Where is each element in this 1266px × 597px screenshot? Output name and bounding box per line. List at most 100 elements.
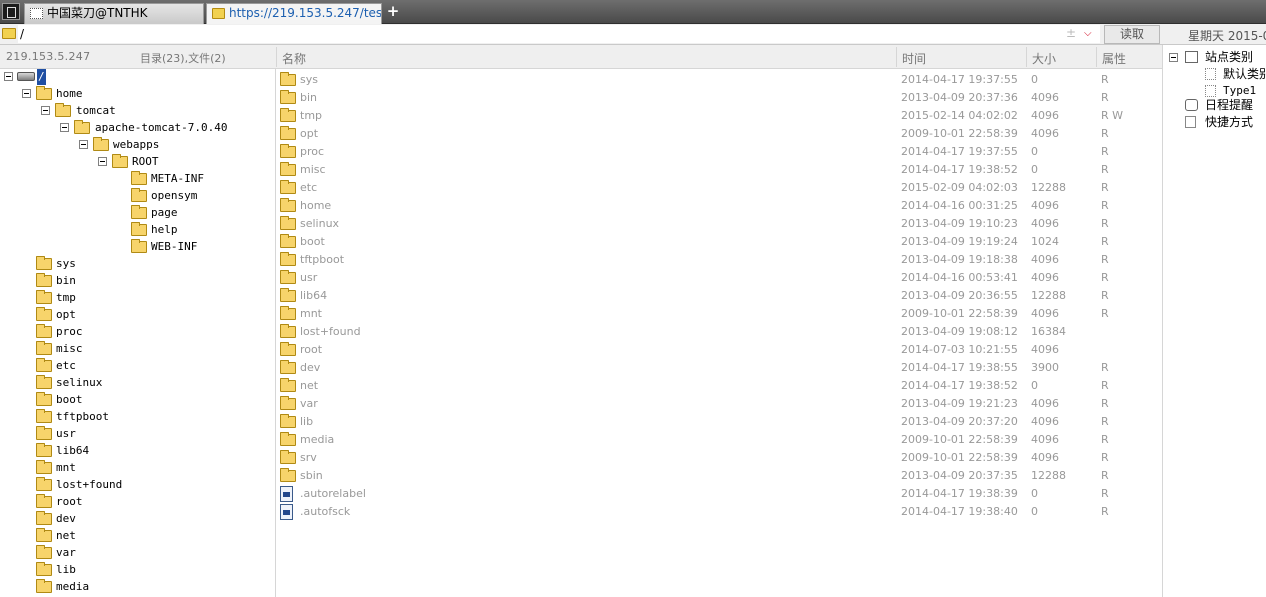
file-row[interactable]: root 2014-07-03 10:21:55 4096 <box>277 341 1162 359</box>
tree-node[interactable]: opensym <box>0 188 220 204</box>
default-category-label: 默认类别 <box>1223 67 1266 81</box>
folder-icon <box>36 341 52 355</box>
collapse-icon[interactable] <box>79 140 88 149</box>
file-row[interactable]: .autorelabel 2014-04-17 19:38:39 0 R <box>277 485 1162 503</box>
read-button[interactable]: 读取 <box>1104 25 1160 44</box>
collapse-icon[interactable] <box>22 89 31 98</box>
file-row[interactable]: lib64 2013-04-09 20:36:55 12288 R <box>277 287 1162 305</box>
tree-node-label: mnt <box>56 461 76 474</box>
column-header-attr[interactable]: 属性 <box>1102 50 1126 67</box>
tree-node[interactable]: boot <box>0 392 200 408</box>
collapse-icon[interactable] <box>98 157 107 166</box>
collapse-icon[interactable] <box>41 106 50 115</box>
tree-node[interactable]: dev <box>0 511 200 527</box>
file-attr: R <box>1101 307 1109 320</box>
tree-node[interactable]: page <box>0 205 220 221</box>
folder-icon <box>36 86 52 100</box>
file-row[interactable]: usr 2014-04-16 00:53:41 4096 R <box>277 269 1162 287</box>
collapse-icon[interactable] <box>60 123 69 132</box>
collapse-icon[interactable] <box>4 72 13 81</box>
folder-icon <box>280 198 296 212</box>
tree-node[interactable]: lib64 <box>0 443 200 459</box>
tree-node[interactable]: media <box>0 579 200 595</box>
tree-node[interactable]: proc <box>0 324 200 340</box>
file-row[interactable]: net 2014-04-17 19:38:52 0 R <box>277 377 1162 395</box>
tree-node[interactable]: etc <box>0 358 200 374</box>
tree-node[interactable]: root <box>0 494 200 510</box>
file-row[interactable]: tmp 2015-02-14 04:02:02 4096 R W <box>277 107 1162 125</box>
column-header-size[interactable]: 大小 <box>1032 50 1056 67</box>
file-size: 4096 <box>1031 433 1059 446</box>
tree-node[interactable]: var <box>0 545 200 561</box>
tree-node[interactable]: tmp <box>0 290 200 306</box>
tree-node[interactable]: tftpboot <box>0 409 200 425</box>
tree-node[interactable]: mnt <box>0 460 200 476</box>
tree-node[interactable]: opt <box>0 307 200 323</box>
file-name: dev <box>300 361 321 374</box>
chevron-down-icon[interactable]: ⌵ <box>1084 28 1096 40</box>
file-row[interactable]: srv 2009-10-01 22:58:39 4096 R <box>277 449 1162 467</box>
file-row[interactable]: sbin 2013-04-09 20:37:35 12288 R <box>277 467 1162 485</box>
tree-node[interactable]: lib <box>0 562 200 578</box>
file-row[interactable]: .autofsck 2014-04-17 19:38:40 0 R <box>277 503 1162 521</box>
folder-icon <box>280 378 296 392</box>
file-size: 4096 <box>1031 109 1059 122</box>
tab-file-manager[interactable]: https://219.153.5.247/test.jsp <box>206 3 382 24</box>
column-header-time[interactable]: 时间 <box>902 50 926 67</box>
tree-node[interactable]: usr <box>0 426 200 442</box>
tree-node[interactable]: selinux <box>0 375 200 391</box>
column-header-name[interactable]: 名称 <box>282 50 306 67</box>
file-row[interactable]: lib 2013-04-09 20:37:20 4096 R <box>277 413 1162 431</box>
folder-icon <box>36 477 52 491</box>
tree-node[interactable]: WEB-INF <box>0 239 220 255</box>
file-row[interactable]: dev 2014-04-17 19:38:55 3900 R <box>277 359 1162 377</box>
page-icon <box>1205 85 1216 97</box>
file-attr: R <box>1101 199 1109 212</box>
new-tab-button[interactable]: + <box>386 2 400 20</box>
bookmark-icon[interactable]: ± <box>1066 26 1076 40</box>
file-row[interactable]: proc 2014-04-17 19:37:55 0 R <box>277 143 1162 161</box>
file-row[interactable]: sys 2014-04-17 19:37:55 0 R <box>277 71 1162 89</box>
file-row[interactable]: home 2014-04-16 00:31:25 4096 R <box>277 197 1162 215</box>
file-row[interactable]: boot 2013-04-09 19:19:24 1024 R <box>277 233 1162 251</box>
file-list: sys 2014-04-17 19:37:55 0 Rbin 2013-04-09 20… <box>277 70 1162 597</box>
file-row[interactable]: mnt 2009-10-01 22:58:39 4096 R <box>277 305 1162 323</box>
file-name: sbin <box>300 469 323 482</box>
tree-node[interactable]: help <box>0 222 220 238</box>
tree-node[interactable]: net <box>0 528 200 544</box>
file-row[interactable]: opt 2009-10-01 22:58:39 4096 R <box>277 125 1162 143</box>
file-row[interactable]: selinux 2013-04-09 19:10:23 4096 R <box>277 215 1162 233</box>
collapse-icon[interactable] <box>1169 53 1178 62</box>
app-menu-icon[interactable] <box>2 3 20 20</box>
tree-node[interactable]: home <box>0 86 200 102</box>
tree-node[interactable]: sys <box>0 256 200 272</box>
file-name: selinux <box>300 217 340 230</box>
file-time: 2013-04-09 20:36:55 <box>901 289 1018 302</box>
file-attr: R <box>1101 451 1109 464</box>
date-display: 星期天 2015-02 <box>1188 29 1266 43</box>
tab-home[interactable]: 中国菜刀@TNTHK <box>24 3 204 24</box>
file-row[interactable]: tftpboot 2013-04-09 19:18:38 4096 R <box>277 251 1162 269</box>
file-row[interactable]: misc 2014-04-17 19:38:52 0 R <box>277 161 1162 179</box>
tree-node[interactable]: tomcat <box>0 103 200 119</box>
tree-node[interactable]: ROOT <box>0 154 200 170</box>
tree-node-root[interactable]: / <box>0 69 80 85</box>
file-row[interactable]: etc 2015-02-09 04:02:03 12288 R <box>277 179 1162 197</box>
tree-node[interactable]: apache-tomcat-7.0.40 <box>0 120 260 136</box>
column-divider <box>276 47 277 67</box>
path-input[interactable] <box>18 25 1100 43</box>
file-row[interactable]: lost+found 2013-04-09 19:08:12 16384 <box>277 323 1162 341</box>
tree-node[interactable]: META-INF <box>0 171 220 187</box>
file-row[interactable]: var 2013-04-09 19:21:23 4096 R <box>277 395 1162 413</box>
file-row[interactable]: media 2009-10-01 22:58:39 4096 R <box>277 431 1162 449</box>
tree-node[interactable]: misc <box>0 341 200 357</box>
tree-node-label: opt <box>56 308 76 321</box>
file-name: .autorelabel <box>300 487 366 500</box>
tree-node[interactable]: webapps <box>0 137 200 153</box>
tree-node-label: META-INF <box>151 172 204 185</box>
file-row[interactable]: bin 2013-04-09 20:37:36 4096 R <box>277 89 1162 107</box>
tree-node[interactable]: lost+found <box>0 477 200 493</box>
file-name: mnt <box>300 307 322 320</box>
tree-node[interactable]: bin <box>0 273 200 289</box>
folder-icon <box>280 90 296 104</box>
